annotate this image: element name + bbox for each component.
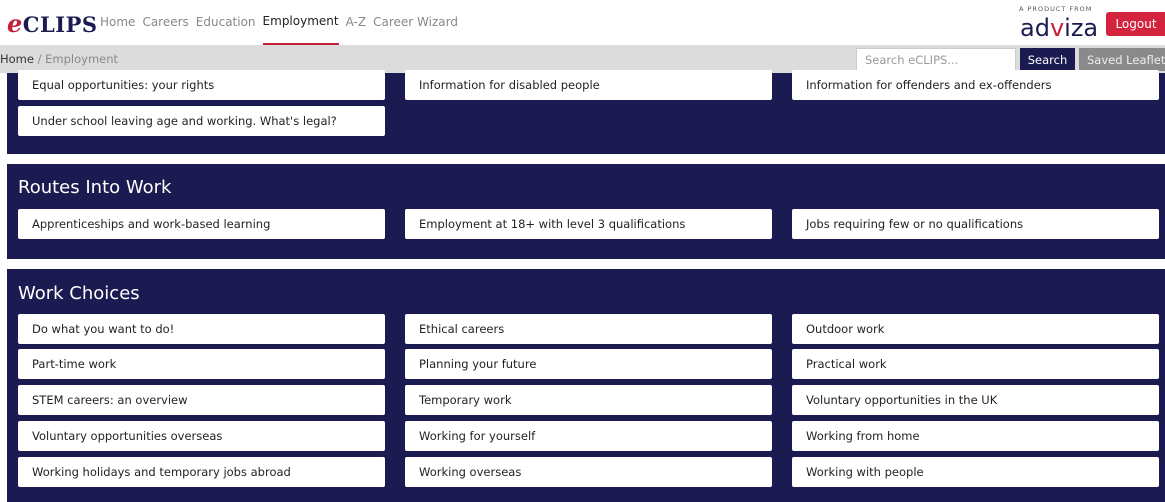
search-button[interactable]: Search [1020,48,1075,71]
nav-career-wizard[interactable]: Career Wizard [373,0,458,45]
nav-education[interactable]: Education [196,0,256,45]
breadcrumb-home[interactable]: Home [0,52,34,66]
nav-home[interactable]: Home [100,0,135,45]
leaflet-card[interactable]: Under school leaving age and working. Wh… [18,106,385,136]
section-work-choices: Work Choices Do what you want to do! Eth… [7,269,1165,502]
breadcrumb-separator: / [37,52,42,66]
leaflet-card[interactable]: Practical work [792,349,1159,379]
leaflet-card[interactable]: Voluntary opportunities in the UK [792,385,1159,415]
leaflet-card[interactable]: STEM careers: an overview [18,385,385,415]
leaflet-card[interactable]: Working holidays and temporary jobs abro… [18,457,385,487]
leaflet-card[interactable]: Voluntary opportunities overseas [18,421,385,451]
eclips-logo[interactable]: eCLIPS [7,9,98,38]
leaflet-card[interactable]: Part-time work [18,349,385,379]
breadcrumb: Home / Employment [0,45,118,73]
logo-text: CLIPS [22,12,98,37]
breadcrumb-current: Employment [45,52,119,66]
leaflet-card[interactable]: Working for yourself [405,421,772,451]
leaflet-card[interactable]: Working with people [792,457,1159,487]
leaflet-card[interactable]: Equal opportunities: your rights [18,70,385,100]
leaflet-card[interactable]: Working from home [792,421,1159,451]
leaflet-card[interactable]: Ethical careers [405,314,772,344]
product-from-label: A PRODUCT FROM [1019,5,1093,13]
top-navbar: eCLIPS Home Careers Education Employment… [0,0,1165,45]
saved-leaflets-button[interactable]: Saved Leaflets [1079,48,1165,71]
section-routes-into-work: Routes Into Work Apprenticeships and wor… [7,164,1165,259]
leaflet-card[interactable]: Jobs requiring few or no qualifications [792,209,1159,239]
leaflet-card[interactable]: Employment at 18+ with level 3 qualifica… [405,209,772,239]
leaflet-card[interactable]: Temporary work [405,385,772,415]
nav-careers[interactable]: Careers [142,0,188,45]
section-title: Routes Into Work [18,177,172,198]
leaflet-card[interactable]: Information for offenders and ex-offende… [792,70,1159,100]
section-title: Work Choices [18,283,140,304]
breadcrumb-bar: Home / Employment Search Saved Leaflets [0,45,1165,73]
nav-a-z[interactable]: A-Z [346,0,367,45]
section-rights: Equal opportunities: your rights Informa… [7,70,1165,154]
nav-employment[interactable]: Employment [262,0,339,45]
leaflet-card[interactable]: Information for disabled people [405,70,772,100]
leaflet-card[interactable]: Outdoor work [792,314,1159,344]
search-input[interactable] [856,48,1016,71]
logo-e: e [7,9,23,38]
leaflet-card[interactable]: Working overseas [405,457,772,487]
leaflet-card[interactable]: Do what you want to do! [18,314,385,344]
main-nav: Home Careers Education Employment A-Z Ca… [100,0,465,45]
adviza-logo[interactable]: adviza [1020,14,1098,42]
leaflet-card[interactable]: Planning your future [405,349,772,379]
leaflet-card[interactable]: Apprenticeships and work-based learning [18,209,385,239]
logout-button[interactable]: Logout [1106,12,1165,36]
